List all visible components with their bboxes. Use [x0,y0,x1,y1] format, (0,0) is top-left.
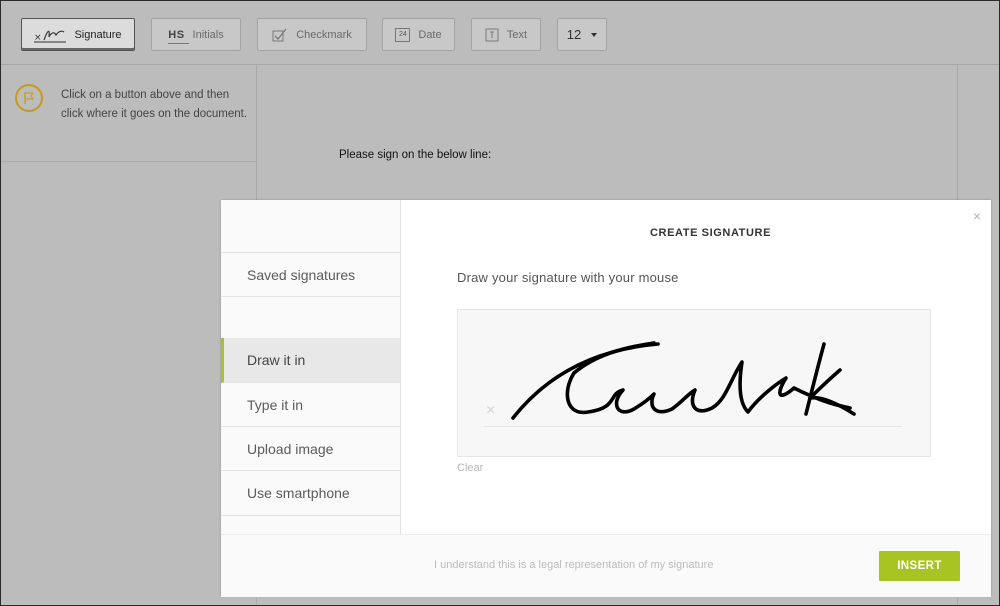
date-label: Date [418,28,442,41]
tab-label: Use smartphone [247,485,350,501]
dialog-title: CREATE SIGNATURE [650,227,772,239]
tab-saved-signatures[interactable]: Saved signatures [221,252,400,297]
tab-label: Saved signatures [247,266,356,283]
text-button[interactable]: Text [471,18,541,51]
checkmark-label: Checkmark [296,28,352,41]
font-size-value: 12 [566,27,582,42]
tab-upload-image[interactable]: Upload image [221,427,400,471]
clear-link[interactable]: Clear [457,462,483,474]
tab-use-smartphone[interactable]: Use smartphone [221,471,400,516]
signature-icon: × [34,27,67,43]
legal-notice: I understand this is a legal representat… [434,559,714,571]
calendar-day: 24 [398,30,407,38]
tab-label: Draw it in [247,352,306,368]
checkmark-button[interactable]: Checkmark [257,18,367,51]
instructions-panel: Click on a button above and then click w… [1,65,256,162]
toolbar: × Signature HS Initials Checkmark 24 Dat… [1,1,999,65]
tab-label: Type it in [247,396,304,413]
initials-icon: HS [168,28,189,44]
date-button[interactable]: 24 Date [382,18,455,51]
checkmark-icon [272,28,288,42]
text-label: Text [506,28,528,41]
sidebar: Click on a button above and then click w… [1,65,257,605]
flag-icon [15,84,43,112]
tab-draw-it-in[interactable]: Draw it in [221,338,400,383]
signature-method-tabs: Saved signatures Draw it in Type it in U… [221,200,401,534]
close-icon[interactable]: × [973,208,981,224]
draw-panel: × CREATE SIGNATURE Draw your signature w… [401,200,991,534]
font-size-dropdown[interactable]: 12 [557,18,607,51]
app-frame: × Signature HS Initials Checkmark 24 Dat… [0,0,1000,606]
document-text: Please sign on the below line: [339,149,492,161]
signature-label: Signature [74,28,122,41]
insert-button[interactable]: INSERT [879,551,960,581]
tab-type-it-in[interactable]: Type it in [221,383,400,427]
signature-button[interactable]: × Signature [21,18,135,51]
text-icon [485,28,499,42]
initials-button[interactable]: HS Initials [151,18,241,51]
chevron-down-icon [591,32,598,37]
create-signature-dialog: Saved signatures Draw it in Type it in U… [221,200,991,597]
draw-prompt: Draw your signature with your mouse [457,270,679,285]
dialog-footer: I understand this is a legal representat… [221,534,991,597]
tab-label: Upload image [247,440,334,457]
initials-label: Initials [192,28,224,41]
calendar-icon: 24 [395,27,411,42]
signature-pad[interactable]: × [457,309,931,457]
instructions-text: Click on a button above and then click w… [61,89,248,120]
drawn-signature [511,341,856,420]
